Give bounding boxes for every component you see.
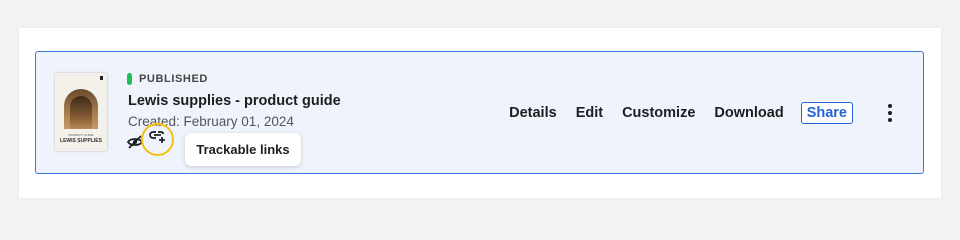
details-button[interactable]: Details — [509, 105, 557, 121]
thumbnail-brand: LEWIS SUPPLIES — [60, 138, 102, 144]
status-label: PUBLISHED — [139, 73, 208, 85]
thumbnail-mark — [100, 76, 103, 80]
more-vertical-icon[interactable] — [887, 104, 893, 122]
trackable-links-tooltip: Trackable links — [185, 133, 301, 166]
thumbnail-arch-image — [64, 89, 98, 129]
share-button[interactable]: Share — [800, 102, 853, 124]
download-button[interactable]: Download — [714, 105, 783, 121]
customize-button[interactable]: Customize — [622, 105, 695, 121]
edit-button[interactable]: Edit — [576, 105, 603, 121]
document-card[interactable]: PRODUCT GUIDE LEWIS SUPPLIES PUBLISHED L… — [35, 51, 924, 174]
document-thumbnail[interactable]: PRODUCT GUIDE LEWIS SUPPLIES — [55, 73, 107, 151]
document-actions: Details Edit Customize Download Share — [490, 100, 853, 126]
document-title[interactable]: Lewis supplies - product guide — [128, 93, 341, 109]
status-badge: PUBLISHED — [127, 72, 208, 86]
link-add-icon — [148, 130, 167, 149]
thumbnail-caption: PRODUCT GUIDE — [68, 133, 94, 137]
status-indicator — [127, 73, 132, 85]
trackable-links-button[interactable] — [141, 123, 174, 156]
